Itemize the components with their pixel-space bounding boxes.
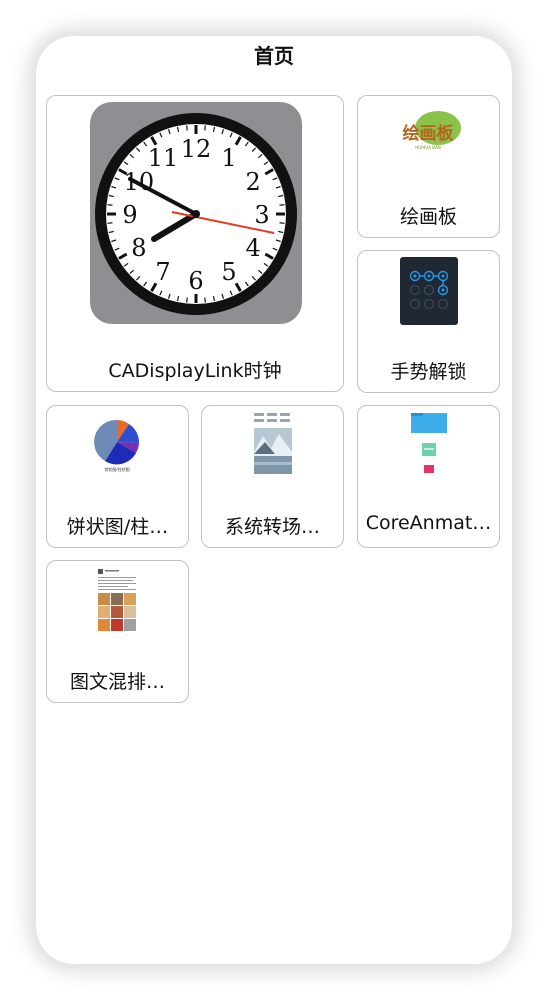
thumb-caption: 饼状图/柱状图 <box>104 466 129 472</box>
clock-minute-tick <box>107 204 113 206</box>
phone-screen: 首页 121234567891011 CADisplayLink时钟 绘画板 <box>36 36 512 964</box>
gesture-lock-cell[interactable]: 手势解锁 <box>357 250 500 393</box>
cell-label: 饼状图/柱… <box>66 516 169 538</box>
clock-numeral: 2 <box>246 168 261 196</box>
cell-label: CoreAnmat… <box>365 512 492 534</box>
clock-minute-tick <box>107 222 113 224</box>
page-title: 首页 <box>254 44 294 68</box>
clock-cell[interactable]: 121234567891011 CADisplayLink时钟 <box>46 95 344 392</box>
clock-numeral: 12 <box>181 135 212 163</box>
cell-label: 绘画板 <box>399 206 457 228</box>
transition-cell[interactable]: 系统转场… <box>201 405 344 548</box>
pie-chart-cell[interactable]: 饼状图/柱状图 饼状图/柱… <box>46 405 189 548</box>
drawing-board-logo-icon: 绘画板 HUIHUA BAN <box>394 108 464 156</box>
rich-text-icon <box>97 567 139 635</box>
clock-minute-tick <box>279 222 285 224</box>
analog-clock-icon: 121234567891011 <box>90 102 302 324</box>
clock-numeral: 5 <box>221 258 236 286</box>
transition-icon <box>253 412 293 476</box>
clock-minute-tick <box>186 297 188 303</box>
clock-minute-tick <box>204 125 206 131</box>
clock-numeral: 3 <box>254 201 269 229</box>
cell-label: 图文混排… <box>69 671 165 693</box>
core-animation-cell[interactable]: CoreAnmat… <box>357 405 500 548</box>
pie-chart-icon: 饼状图/柱状图 <box>91 416 147 474</box>
logo-subtext: HUIHUA BAN <box>415 145 441 150</box>
cell-label: 手势解锁 <box>390 361 467 383</box>
clock-numeral: 4 <box>246 234 261 262</box>
clock-numeral: 6 <box>188 267 203 295</box>
clock-minute-tick <box>279 204 285 206</box>
cell-label: 系统转场… <box>224 516 320 538</box>
core-animation-icon <box>410 410 450 476</box>
rich-text-cell[interactable]: 图文混排… <box>46 560 189 703</box>
clock-numeral: 8 <box>131 234 146 262</box>
clock-numeral: 1 <box>221 144 236 172</box>
cell-label: CADisplayLink时钟 <box>108 360 282 382</box>
clock-numeral: 7 <box>155 258 170 286</box>
clock-minute-tick <box>186 125 188 131</box>
clock-numeral: 11 <box>148 144 179 172</box>
gesture-lock-icon <box>400 257 458 325</box>
clock-numeral: 9 <box>122 201 137 229</box>
clock-minute-tick <box>204 297 206 303</box>
drawing-board-cell[interactable]: 绘画板 HUIHUA BAN 绘画板 <box>357 95 500 238</box>
logo-text: 绘画板 <box>403 123 455 144</box>
